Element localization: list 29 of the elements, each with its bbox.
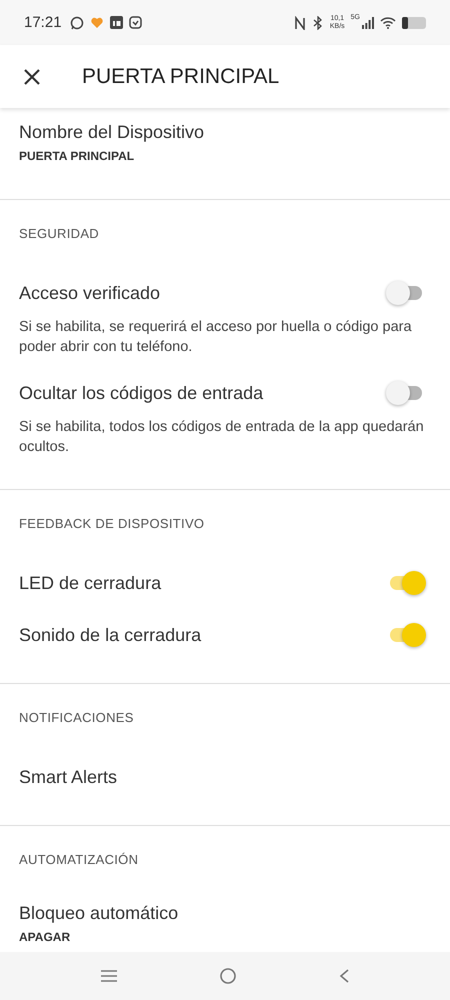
setting-label: Acceso verificado [19, 282, 160, 304]
setting-value: PUERTA PRINCIPAL [19, 149, 136, 163]
setting-value: APAGAR [19, 930, 72, 944]
section-title: FEEDBACK DE DISPOSITIVO [18, 516, 206, 531]
section-title: AUTOMATIZACIÓN [18, 852, 140, 867]
battery-icon [402, 16, 426, 28]
nfc-icon [294, 16, 306, 30]
section-title: SEGURIDAD [18, 226, 100, 241]
shield-check-icon [128, 16, 142, 29]
close-icon [22, 66, 42, 86]
screen-title: PUERTA PRINCIPAL [82, 64, 280, 88]
chat-icon [70, 16, 84, 30]
heart-icon [90, 16, 104, 30]
signal-icon [362, 16, 374, 28]
setting-label: LED de cerradura [19, 572, 162, 594]
setting-description: Si se habilita, todos los códigos de entrada de la app quedarán ocultos. [19, 418, 425, 457]
status-time: 17:21 [24, 14, 62, 31]
section-title: NOTIFICACIONES [18, 710, 135, 725]
setting-description: Si se habilita, se requerirá el acceso por huella o código para poder abrir con tu teléfono. [19, 318, 413, 357]
setting-link[interactable]: Smart Alerts [19, 766, 118, 788]
setting-label: Ocultar los códigos de entrada [19, 382, 264, 404]
menu-icon [100, 969, 118, 983]
bluetooth-icon [312, 16, 324, 30]
wifi-icon [380, 16, 396, 29]
setting-label: Sonido de la cerradura [19, 624, 202, 646]
setting-label: Bloqueo automático [19, 903, 180, 924]
setting-label: Nombre del Dispositivo [19, 122, 206, 143]
home-circle-icon [218, 967, 237, 985]
back-icon [338, 968, 350, 984]
